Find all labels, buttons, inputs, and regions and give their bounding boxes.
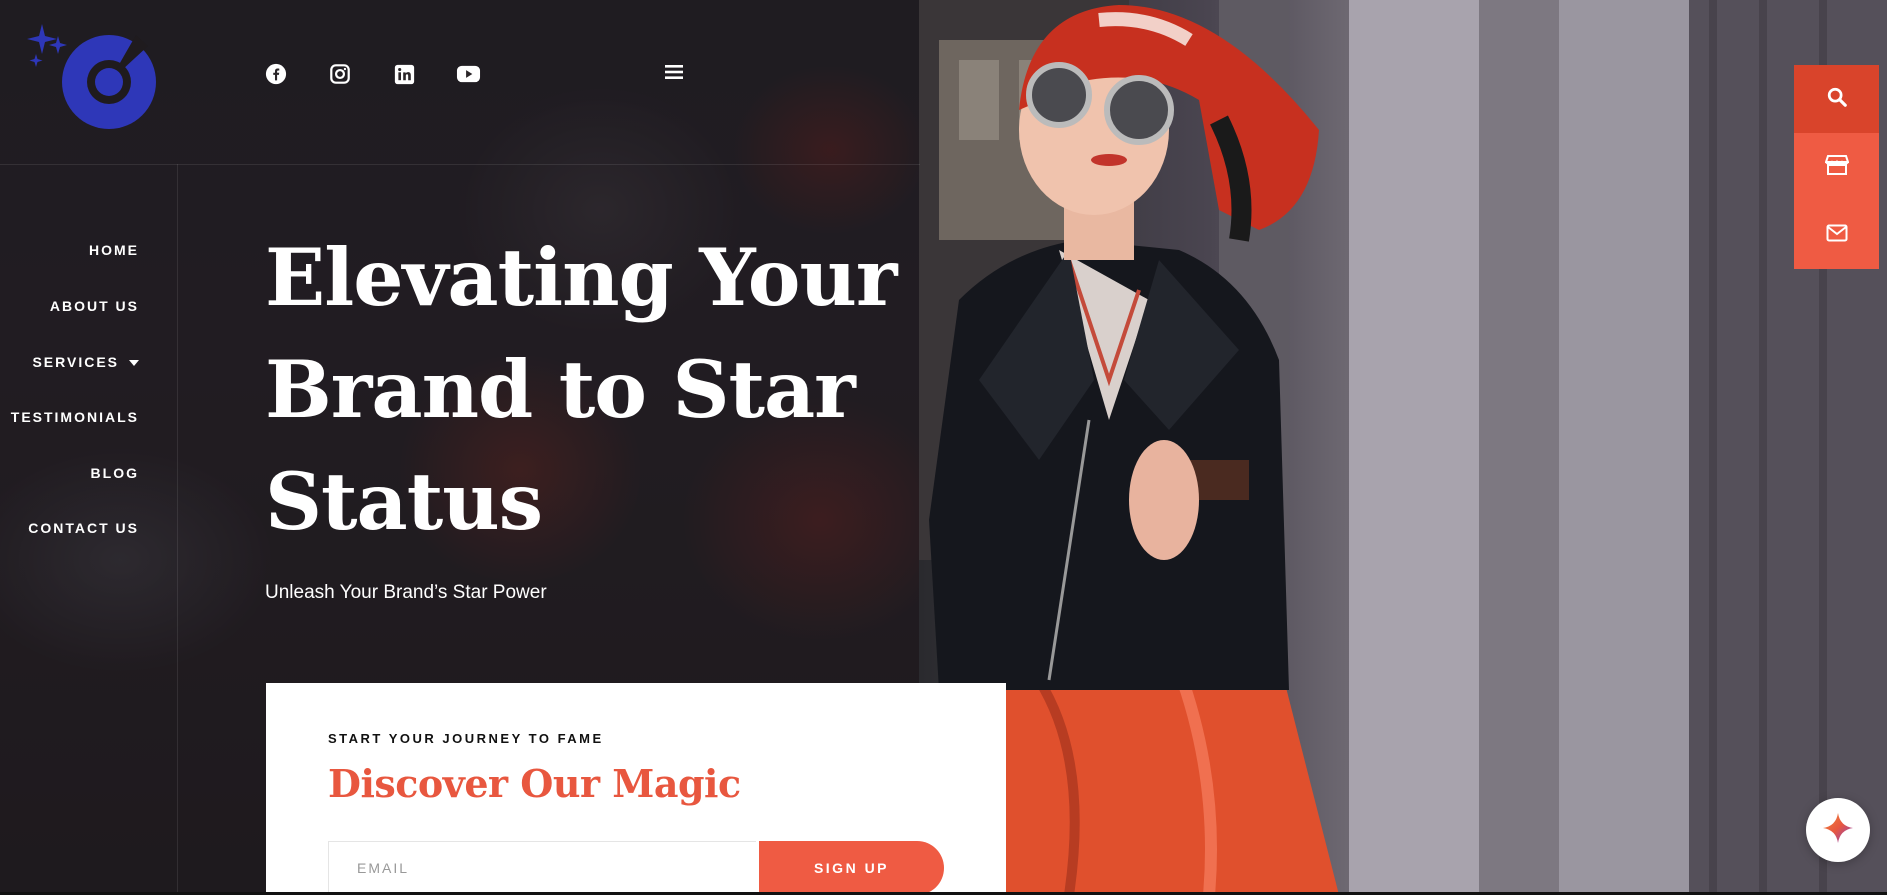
sign-up-button[interactable]: SIGN UP: [759, 841, 944, 895]
site-logo[interactable]: [24, 18, 164, 133]
nav-item-label: SERVICES: [32, 354, 119, 370]
mail-icon: [1826, 224, 1848, 247]
store-button[interactable]: [1794, 133, 1879, 201]
facebook-icon[interactable]: [262, 60, 290, 88]
hero-title-line: Elevating Your: [265, 231, 898, 324]
nav-item-blog[interactable]: BLOG: [0, 465, 139, 481]
card-title: Discover Our Magic: [328, 761, 741, 806]
side-toolbar: [1794, 65, 1879, 269]
nav-item-label: CONTACT US: [28, 520, 139, 536]
caret-down-icon: [129, 360, 139, 367]
hero-title-line: Status: [265, 455, 543, 548]
hero-title: Elevating Your Brand to Star Status: [265, 222, 898, 558]
instagram-icon[interactable]: [326, 60, 354, 88]
search-icon: [1826, 86, 1848, 113]
card-eyebrow: START YOUR JOURNEY TO FAME: [328, 731, 604, 746]
nav-item-contact-us[interactable]: CONTACT US: [0, 520, 139, 536]
search-button[interactable]: [1794, 65, 1879, 133]
hero-subtitle: Unleash Your Brand’s Star Power: [265, 582, 547, 603]
signup-card: START YOUR JOURNEY TO FAME Discover Our …: [266, 683, 1006, 895]
hero-title-line: Brand to Star: [265, 343, 856, 436]
nav-item-label: ABOUT US: [49, 298, 139, 314]
nav-item-home[interactable]: HOME: [0, 242, 139, 258]
mail-button[interactable]: [1794, 201, 1879, 269]
nav-item-label: TESTIMONIALS: [10, 409, 139, 425]
nav-item-services[interactable]: SERVICES: [0, 354, 139, 370]
sparkle-icon: [1821, 811, 1855, 850]
hero-photo: [919, 0, 1887, 895]
sparkle-button[interactable]: [1806, 798, 1870, 862]
store-icon: [1824, 154, 1849, 181]
nav-item-testimonials[interactable]: TESTIMONIALS: [0, 409, 139, 425]
nav-item-label: HOME: [89, 242, 139, 258]
email-field[interactable]: [328, 841, 756, 895]
nav-item-label: BLOG: [90, 465, 139, 481]
youtube-icon[interactable]: [454, 60, 482, 88]
hamburger-icon[interactable]: [664, 62, 688, 86]
sidebar-divider: [177, 164, 178, 895]
linkedin-icon[interactable]: [390, 60, 418, 88]
nav-item-about-us[interactable]: ABOUT US: [0, 298, 139, 314]
header-divider: [0, 164, 920, 165]
